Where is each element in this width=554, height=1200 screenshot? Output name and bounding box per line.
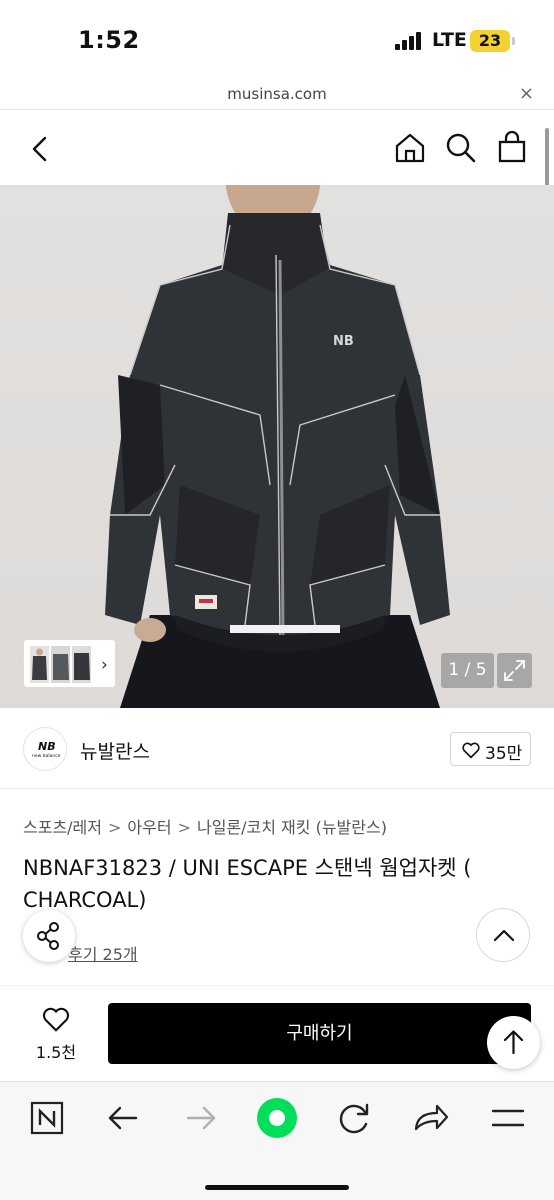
green-dot-icon	[257, 1098, 297, 1138]
app-header	[0, 111, 554, 185]
close-icon[interactable]: ×	[519, 83, 534, 104]
naver-home-button[interactable]	[25, 1096, 73, 1140]
url-bar[interactable]: musinsa.com ×	[0, 80, 554, 110]
product-title-line2: CHARCOAL)	[23, 888, 147, 912]
breadcrumb-separator: >	[108, 818, 122, 837]
chevron-right-icon[interactable]: ›	[101, 655, 108, 675]
reload-button[interactable]	[330, 1096, 378, 1140]
thumbnail-images[interactable]: ›	[24, 640, 117, 689]
divider	[0, 788, 554, 789]
battery-icon: 23	[470, 30, 510, 52]
home-indicator[interactable]	[205, 1185, 349, 1190]
scroll-top-button[interactable]	[487, 1016, 540, 1069]
brand-name[interactable]: 뉴발란스	[80, 737, 150, 764]
thumbnail-strip[interactable]: ›	[23, 639, 116, 688]
product-image[interactable]: NB	[0, 185, 554, 708]
svg-text:NB: NB	[38, 740, 56, 753]
jacket-illustration: NB	[105, 185, 450, 708]
svg-text:NB: NB	[333, 334, 354, 349]
wishlist-button[interactable]: 1.5천	[30, 1005, 82, 1065]
browser-back-button[interactable]	[100, 1096, 148, 1140]
status-time: 1:52	[78, 26, 140, 54]
buy-button[interactable]: 구매하기	[108, 1003, 531, 1064]
share-icon	[37, 922, 59, 950]
share-button[interactable]	[23, 910, 75, 962]
expand-icon[interactable]	[497, 653, 532, 688]
chevron-up-icon	[493, 929, 515, 942]
brand-like-count: 35만	[485, 744, 523, 764]
review-link[interactable]: 후기 25개	[68, 941, 138, 965]
battery-cap	[512, 37, 515, 45]
back-arrow-icon	[108, 1106, 138, 1130]
cart-icon[interactable]	[496, 130, 528, 164]
signal-icon	[395, 32, 421, 50]
home-icon[interactable]	[393, 131, 427, 165]
menu-button[interactable]	[484, 1096, 532, 1140]
forward-arrow-icon	[186, 1106, 216, 1130]
heart-icon	[42, 1007, 70, 1032]
product-title-line1: NBNAF31823 / UNI ESCAPE 스탠넥 웜업자켓 (	[23, 856, 472, 880]
url-text[interactable]: musinsa.com	[0, 85, 554, 103]
status-bar: 1:52 LTE 23	[0, 0, 554, 80]
page-scrollbar[interactable]	[545, 128, 549, 192]
heart-icon	[462, 742, 480, 759]
breadcrumb-separator: >	[177, 818, 191, 837]
image-counter: 1 / 5	[441, 653, 494, 688]
browser-share-button[interactable]	[407, 1096, 455, 1140]
n-icon	[30, 1101, 64, 1135]
collapse-button[interactable]	[476, 908, 530, 962]
brand-like-button[interactable]: 35만	[450, 732, 531, 766]
browser-toolbar	[0, 1081, 554, 1200]
green-dot-button[interactable]	[253, 1096, 301, 1140]
menu-icon	[491, 1109, 525, 1127]
brand-logo[interactable]: NB new balance	[23, 727, 67, 771]
reload-icon	[339, 1103, 369, 1134]
wishlist-count: 1.5천	[35, 1043, 77, 1062]
search-icon[interactable]	[444, 131, 478, 165]
breadcrumb-item[interactable]: 나일론/코치 재킷 (뉴발란스)	[197, 818, 387, 837]
product-title: NBNAF31823 / UNI ESCAPE 스탠넥 웜업자켓 ( CHARC…	[23, 852, 533, 916]
network-label: LTE	[432, 29, 467, 51]
share-arrow-icon	[414, 1104, 449, 1131]
browser-forward-button[interactable]	[176, 1096, 224, 1140]
svg-text:new balance: new balance	[32, 753, 61, 759]
back-icon[interactable]	[28, 135, 52, 163]
breadcrumb: 스포츠/레저 > 아우터 > 나일론/코치 재킷 (뉴발란스)	[23, 814, 387, 838]
arrow-up-icon	[503, 1030, 524, 1055]
breadcrumb-item[interactable]: 스포츠/레저	[23, 818, 102, 837]
breadcrumb-item[interactable]: 아우터	[127, 818, 171, 837]
